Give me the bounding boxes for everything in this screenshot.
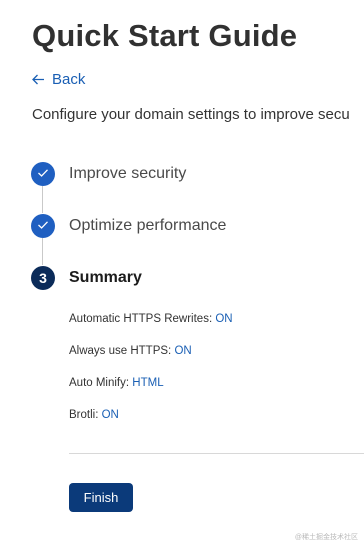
setting-brotli: Brotli: ON <box>69 409 119 421</box>
step-label: Optimize performance <box>69 217 227 234</box>
step-label: Summary <box>69 269 142 286</box>
arrow-left-icon <box>32 74 45 85</box>
setting-value: HTML <box>132 377 164 389</box>
setting-auto-minify: Auto Minify: HTML <box>69 377 164 389</box>
check-icon <box>37 165 49 183</box>
step-summary: 3 Summary <box>31 266 142 290</box>
setting-value: ON <box>174 345 192 357</box>
step-connector <box>42 238 43 265</box>
setting-label: Auto Minify: <box>69 377 130 389</box>
intro-text: Configure your domain settings to improv… <box>32 106 350 123</box>
step-complete-marker <box>31 162 55 186</box>
finish-button[interactable]: Finish <box>69 483 133 512</box>
setting-value: ON <box>101 409 119 421</box>
divider <box>69 453 364 454</box>
setting-always-use-https: Always use HTTPS: ON <box>69 345 192 357</box>
setting-automatic-https-rewrites: Automatic HTTPS Rewrites: ON <box>69 313 233 325</box>
check-icon <box>37 217 49 235</box>
watermark: @稀土掘金技术社区 <box>294 534 358 541</box>
setting-value: ON <box>215 313 233 325</box>
setting-label: Always use HTTPS: <box>69 345 172 357</box>
step-complete-marker <box>31 214 55 238</box>
step-improve-security: Improve security <box>31 162 186 186</box>
back-link[interactable]: Back <box>32 71 85 88</box>
step-label: Improve security <box>69 165 187 182</box>
step-number-marker: 3 <box>31 266 55 290</box>
page-title: Quick Start Guide <box>32 18 298 53</box>
setting-label: Automatic HTTPS Rewrites: <box>69 313 213 325</box>
step-connector <box>42 186 43 213</box>
back-link-label: Back <box>52 71 86 88</box>
setting-label: Brotli: <box>69 409 99 421</box>
step-optimize-performance: Optimize performance <box>31 214 226 238</box>
